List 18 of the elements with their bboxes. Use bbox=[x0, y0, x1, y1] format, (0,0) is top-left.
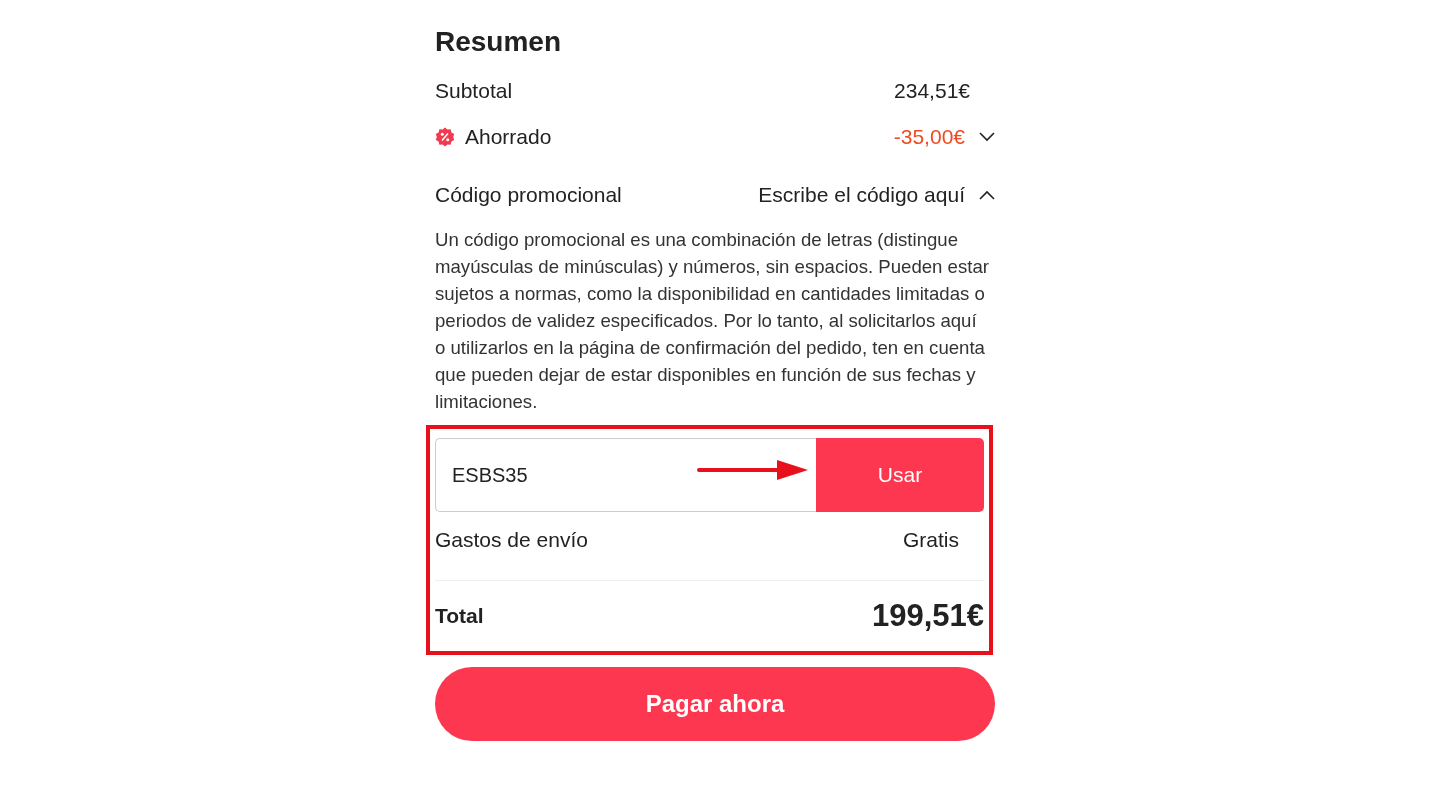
subtotal-label: Subtotal bbox=[435, 79, 513, 103]
chevron-up-icon[interactable] bbox=[979, 190, 995, 200]
promo-code-field[interactable]: ESBS35 bbox=[435, 438, 816, 512]
shipping-label: Gastos de envío bbox=[435, 528, 588, 552]
chevron-down-icon[interactable] bbox=[979, 132, 995, 142]
shipping-value: Gratis bbox=[903, 528, 959, 552]
savings-value: -35,00€ bbox=[893, 125, 965, 149]
total-label: Total bbox=[435, 604, 484, 628]
total-value: 199,51€ bbox=[871, 598, 984, 634]
discount-badge-icon bbox=[435, 127, 455, 147]
promo-code-label: Código promocional bbox=[435, 183, 622, 207]
pay-now-button[interactable]: Pagar ahora bbox=[435, 667, 995, 741]
promo-code-link[interactable]: Escribe el código aquí bbox=[758, 183, 965, 207]
promo-description: Un código promocional es una combinación de letras (distingue mayúsculas de minúsculas) y números, sin espacios. Pueden estar sujetos a normas, como la disponibilidad en cantidades limitadas o periodos de validez especificados. Por lo tanto, al solicitarlos aquí o utilizarlos en la página de confirmación del pedido, ten en cuenta que pueden dejar de estar disponibles en función de sus fechas y limitaciones. bbox=[435, 228, 990, 414]
summary-title: Resumen bbox=[435, 25, 563, 59]
subtotal-value: 234,51€ bbox=[894, 79, 970, 103]
savings-label: Ahorrado bbox=[465, 125, 552, 149]
apply-button[interactable]: Usar bbox=[816, 438, 984, 512]
